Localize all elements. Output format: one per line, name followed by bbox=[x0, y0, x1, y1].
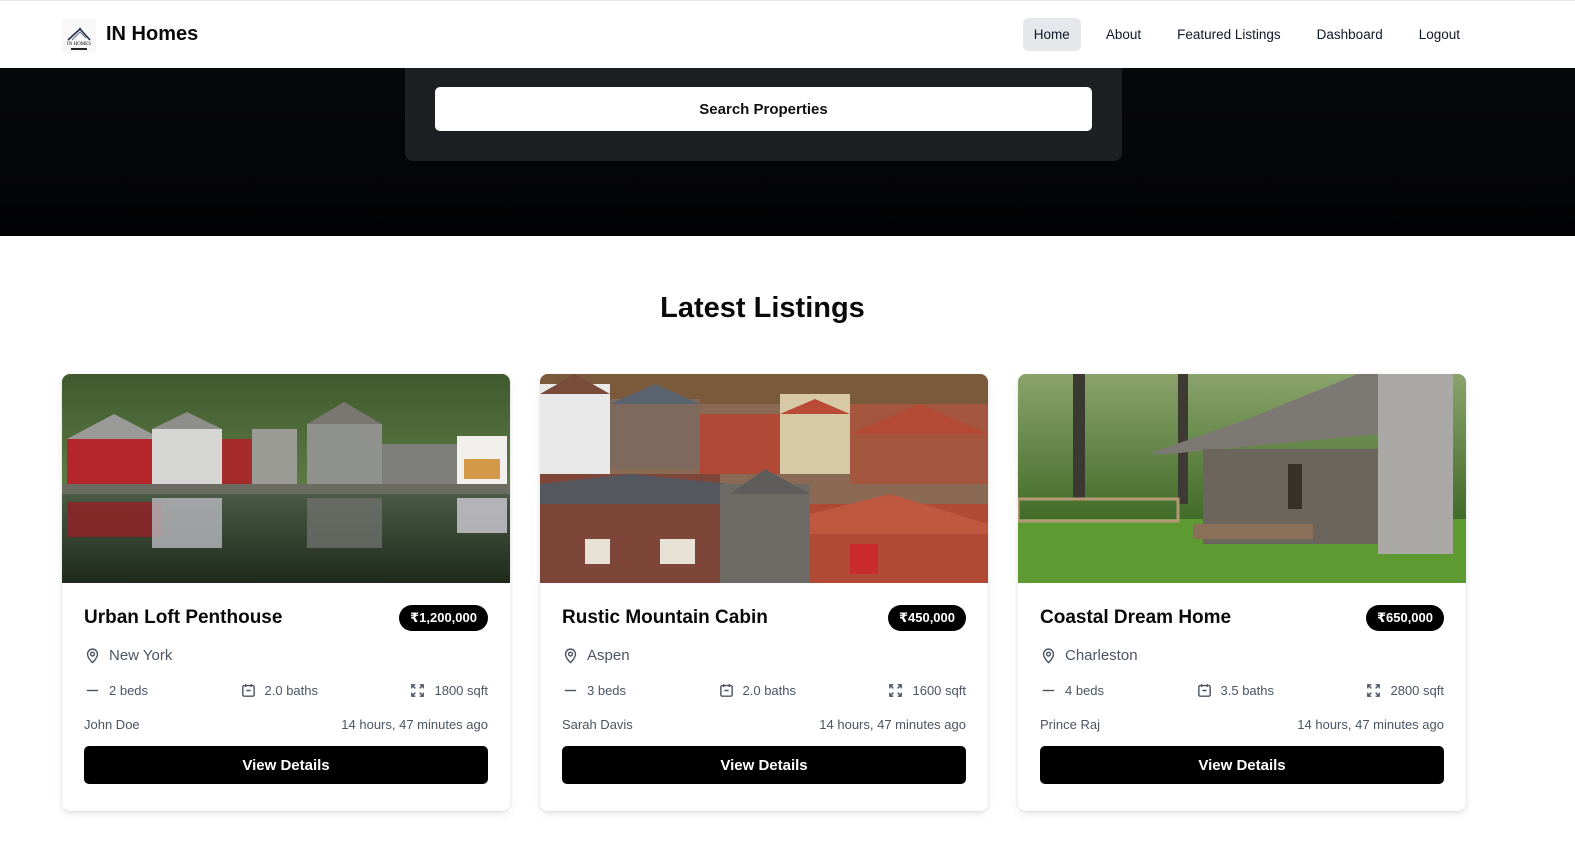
brand-name[interactable]: IN Homes bbox=[106, 23, 198, 46]
listing-body: Coastal Dream Home ₹650,000 Charleston 4… bbox=[1018, 605, 1466, 784]
listing-beds: 2 beds bbox=[109, 682, 149, 698]
map-pin-icon bbox=[564, 647, 577, 664]
listing-image[interactable] bbox=[540, 374, 988, 583]
brand-logo: IN HOMES bbox=[62, 17, 96, 52]
listing-title[interactable]: Coastal Dream Home bbox=[1040, 607, 1231, 629]
map-pin-icon bbox=[86, 647, 99, 664]
roof-icon bbox=[67, 26, 91, 41]
view-details-button[interactable]: View Details bbox=[1040, 746, 1444, 784]
listing-area: 1600 sqft bbox=[912, 682, 966, 698]
listing-beds: 4 beds bbox=[1065, 682, 1105, 698]
listing-title[interactable]: Rustic Mountain Cabin bbox=[562, 607, 768, 629]
listing-baths: 2.0 baths bbox=[264, 682, 319, 698]
listing-card: Coastal Dream Home ₹650,000 Charleston 4… bbox=[1018, 374, 1466, 811]
listing-image[interactable] bbox=[62, 374, 510, 583]
main-nav: Home About Featured Listings Dashboard L… bbox=[1017, 18, 1471, 51]
calendar-icon bbox=[719, 683, 733, 697]
listing-beds: 3 beds bbox=[587, 682, 627, 698]
search-panel: Search Properties bbox=[405, 68, 1122, 161]
price-badge: ₹650,000 bbox=[1365, 605, 1444, 631]
beds-icon bbox=[1042, 689, 1055, 691]
nav-home[interactable]: Home bbox=[1022, 18, 1081, 51]
hero-section: Search Properties bbox=[0, 68, 1575, 236]
latest-listings-title: Latest Listings bbox=[660, 292, 865, 324]
beds-icon bbox=[86, 689, 99, 691]
view-details-button[interactable]: View Details bbox=[562, 746, 966, 784]
nav-dashboard[interactable]: Dashboard bbox=[1306, 18, 1394, 51]
nav-about[interactable]: About bbox=[1095, 18, 1152, 51]
search-properties-button[interactable]: Search Properties bbox=[435, 87, 1092, 131]
listing-body: Urban Loft Penthouse ₹1,200,000 New York… bbox=[62, 605, 510, 784]
brand[interactable]: IN HOMES IN Homes bbox=[62, 17, 198, 52]
listing-agent: John Doe bbox=[84, 716, 140, 732]
listing-agent: Sarah Davis bbox=[562, 716, 633, 732]
listing-title[interactable]: Urban Loft Penthouse bbox=[84, 607, 282, 629]
listing-location: Aspen bbox=[587, 646, 630, 664]
expand-icon bbox=[889, 683, 903, 697]
listing-posted-time: 14 hours, 47 minutes ago bbox=[1297, 716, 1444, 732]
navbar: IN HOMES IN Homes Home About Featured Li… bbox=[0, 0, 1575, 68]
listing-image[interactable] bbox=[1018, 374, 1466, 583]
listing-agent: Prince Raj bbox=[1040, 716, 1100, 732]
listing-card: Urban Loft Penthouse ₹1,200,000 New York… bbox=[62, 374, 510, 811]
listing-card: Rustic Mountain Cabin ₹450,000 Aspen 3 b… bbox=[540, 374, 988, 811]
nav-logout[interactable]: Logout bbox=[1408, 18, 1471, 51]
listing-area: 2800 sqft bbox=[1390, 682, 1444, 698]
listing-body: Rustic Mountain Cabin ₹450,000 Aspen 3 b… bbox=[540, 605, 988, 784]
calendar-icon bbox=[1197, 683, 1211, 697]
beds-icon bbox=[564, 689, 577, 691]
logo-tagline bbox=[71, 47, 87, 50]
expand-icon bbox=[411, 683, 425, 697]
listings-grid: Urban Loft Penthouse ₹1,200,000 New York… bbox=[62, 374, 1466, 811]
listing-location: New York bbox=[109, 646, 173, 664]
listing-posted-time: 14 hours, 47 minutes ago bbox=[819, 716, 966, 732]
view-details-button[interactable]: View Details bbox=[84, 746, 488, 784]
listing-baths: 2.0 baths bbox=[742, 682, 797, 698]
calendar-icon bbox=[241, 683, 255, 697]
logo-text: IN HOMES bbox=[66, 41, 92, 47]
listing-area: 1800 sqft bbox=[434, 682, 488, 698]
expand-icon bbox=[1367, 683, 1381, 697]
map-pin-icon bbox=[1042, 647, 1055, 664]
listing-location: Charleston bbox=[1065, 646, 1138, 664]
price-badge: ₹450,000 bbox=[887, 605, 966, 631]
nav-featured-listings[interactable]: Featured Listings bbox=[1166, 18, 1292, 51]
listing-posted-time: 14 hours, 47 minutes ago bbox=[341, 716, 488, 732]
price-badge: ₹1,200,000 bbox=[399, 605, 488, 631]
listing-baths: 3.5 baths bbox=[1220, 682, 1275, 698]
